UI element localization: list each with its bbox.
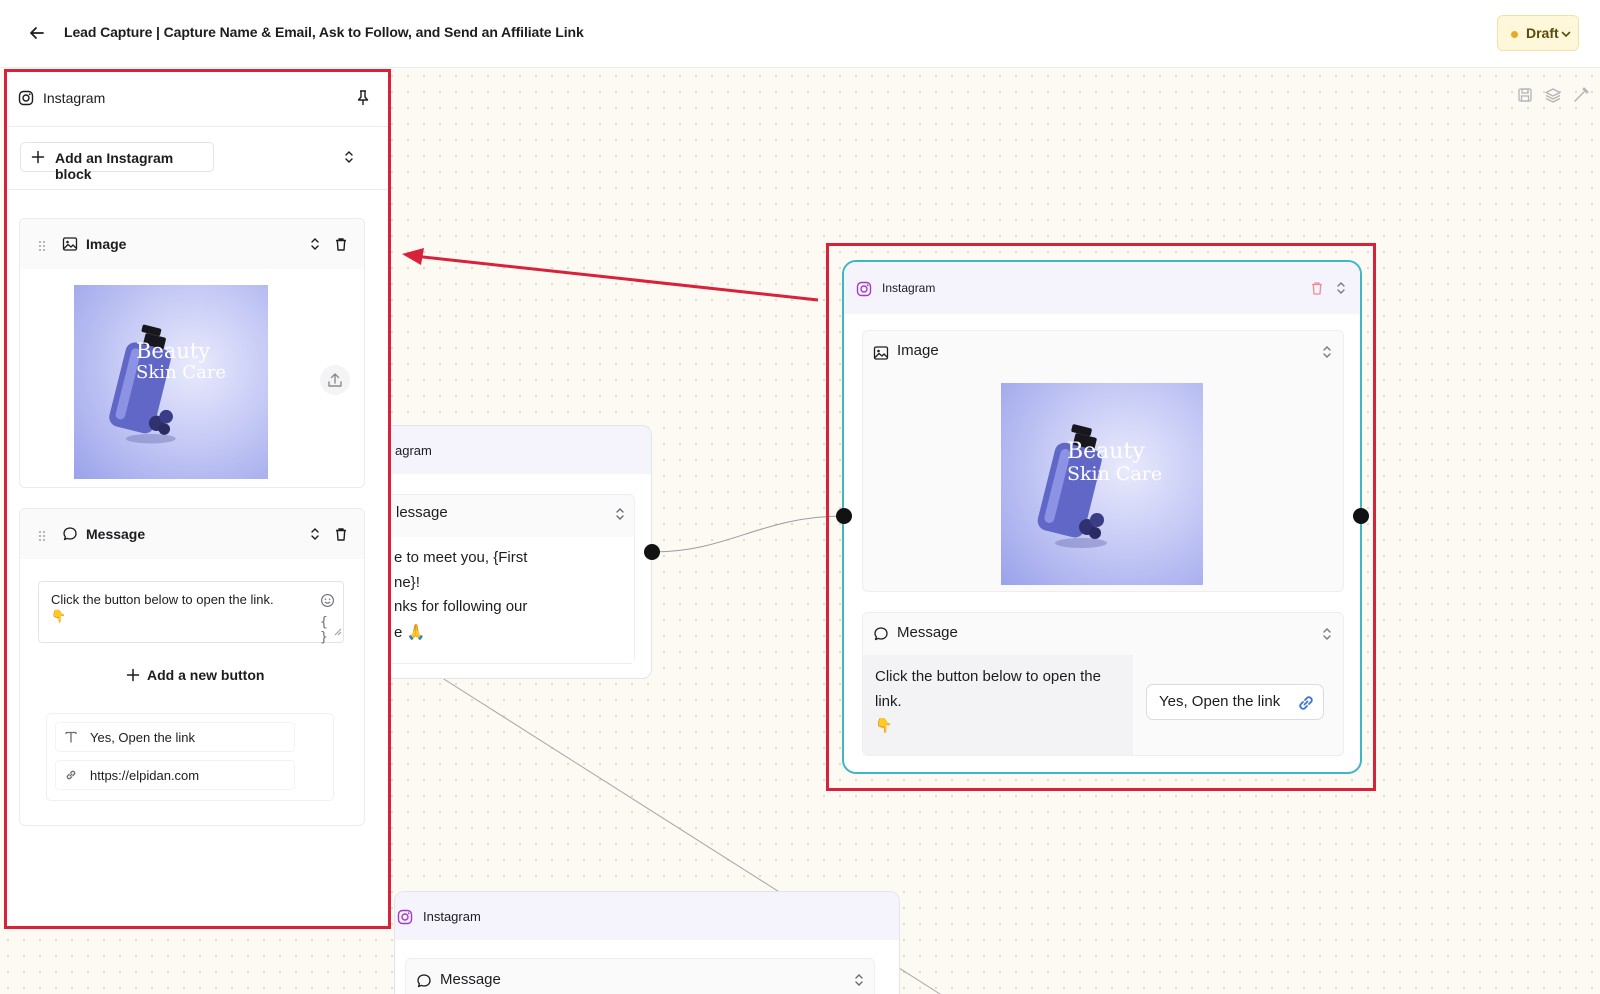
sort-icon[interactable] (309, 237, 321, 256)
trash-icon[interactable] (1309, 280, 1325, 301)
add-instagram-block-button[interactable]: Add an Instagram block (20, 142, 214, 182)
trash-icon[interactable] (333, 236, 349, 257)
button-url-value: https://elpidan.com (90, 768, 200, 783)
smile-icon[interactable] (320, 593, 335, 613)
drag-handle-icon[interactable] (38, 239, 46, 257)
upload-icon[interactable] (320, 365, 350, 395)
layers-icon[interactable] (1544, 86, 1562, 104)
panel-header: Instagram (7, 72, 388, 127)
partial-instagram-node[interactable]: agram lessage e to meet you, {First ne}!… (372, 425, 652, 679)
message-textarea[interactable]: Click the button below to open the link.… (38, 581, 344, 645)
drag-handle-icon[interactable] (38, 529, 46, 547)
card-header: Image (20, 219, 364, 269)
panel-title: Instagram (43, 90, 106, 106)
status-dropdown[interactable]: Draft (1497, 15, 1579, 51)
resize-handle-icon[interactable] (334, 623, 342, 641)
message-preview: Click the button below to open the link.… (863, 655, 1133, 755)
pin-icon[interactable] (355, 89, 371, 112)
message-line: nks for following our (394, 598, 528, 615)
card-header: Message (20, 509, 364, 559)
message-line: link. (875, 693, 902, 710)
status-dot (1511, 31, 1518, 38)
button-label: Yes, Open the link (1159, 693, 1281, 710)
card-title: Image (86, 236, 127, 252)
image-text-line: Skin Care (136, 362, 227, 383)
message-card[interactable]: Message Click the button below to open t… (19, 508, 365, 826)
image-icon (873, 345, 889, 366)
back-arrow-icon[interactable] (26, 22, 48, 44)
sort-icon[interactable] (1321, 627, 1333, 646)
message-block[interactable]: lessage e to meet you, {First ne}! nks f… (383, 494, 635, 664)
node-title: agram (395, 443, 432, 458)
sort-icon[interactable] (309, 527, 321, 546)
instagram-icon (18, 90, 34, 111)
status-label: Draft (1526, 25, 1559, 41)
image-block[interactable]: Image Beauty Skin Care (862, 330, 1344, 592)
node-title: Instagram (882, 281, 936, 295)
message-line: e to meet you, {First (394, 549, 528, 566)
message-emoji: 👇 (51, 609, 66, 623)
message-line: e 🙏 (394, 624, 426, 641)
output-handle[interactable] (1353, 508, 1369, 524)
instagram-icon (397, 909, 413, 930)
chevron-down-icon (1560, 27, 1572, 43)
message-preview: e to meet you, {First ne}! nks for follo… (384, 537, 634, 663)
trash-icon[interactable] (333, 526, 349, 547)
image-icon (62, 236, 78, 257)
button-url-field[interactable]: https://elpidan.com (55, 760, 295, 790)
message-icon (62, 526, 78, 547)
block-title: lessage (396, 504, 448, 521)
node-header: Instagram (395, 892, 899, 940)
image-text-line: Beauty (1067, 439, 1145, 464)
button-editor: Yes, Open the link https://elpidan.com (46, 713, 334, 801)
plus-icon (31, 150, 45, 169)
block-title: Message (897, 624, 958, 641)
sort-icon[interactable] (1321, 345, 1333, 364)
plus-icon (126, 668, 140, 687)
message-icon (416, 973, 432, 994)
node-header: agram (373, 426, 651, 474)
divider (7, 189, 388, 190)
link-icon (64, 768, 78, 787)
add-block-label: Add an Instagram block (55, 150, 174, 182)
sort-icon[interactable] (343, 150, 355, 169)
page-title: Lead Capture | Capture Name & Email, Ask… (64, 24, 584, 40)
open-link-button[interactable]: Yes, Open the link (1146, 684, 1324, 720)
image-text-line: Skin Care (1067, 463, 1163, 485)
instagram-icon (856, 281, 872, 302)
top-bar: Lead Capture | Capture Name & Email, Ask… (0, 0, 1600, 68)
wand-icon[interactable] (1572, 86, 1590, 104)
image-text-line: Beauty (136, 339, 211, 363)
save-icon[interactable] (1516, 86, 1534, 104)
image-card[interactable]: Image Beauty Skin Care (19, 218, 365, 488)
text-icon (64, 730, 78, 749)
block-title: Message (440, 971, 501, 988)
card-title: Message (86, 526, 146, 542)
node-title: Instagram (423, 909, 481, 924)
input-handle[interactable] (836, 508, 852, 524)
product-image: Beauty Skin Care (1001, 383, 1203, 585)
sort-icon[interactable] (853, 973, 865, 992)
add-new-button-label: Add a new button (147, 667, 265, 683)
sort-icon[interactable] (1335, 281, 1347, 300)
block-title: Image (897, 342, 939, 359)
sort-icon[interactable] (614, 507, 626, 526)
button-text-value: Yes, Open the link (90, 730, 196, 745)
product-image: Beauty Skin Care (74, 285, 268, 479)
link-icon (1295, 692, 1317, 719)
canvas-toolbar (1516, 86, 1590, 104)
message-emoji: 👇 (875, 717, 893, 733)
message-line: ne}! (394, 574, 420, 591)
button-text-field[interactable]: Yes, Open the link (55, 722, 295, 752)
left-panel: Instagram Add an Instagram block Image B… (4, 69, 391, 929)
node-header: Instagram (844, 262, 1360, 314)
output-handle[interactable] (644, 544, 660, 560)
bottom-instagram-node[interactable]: Instagram Message (394, 891, 900, 994)
message-icon (873, 626, 889, 647)
message-text: Click the button below to open the link. (51, 592, 274, 607)
message-line: Click the button below to open the (875, 668, 1101, 685)
message-block[interactable]: Message (405, 958, 875, 994)
